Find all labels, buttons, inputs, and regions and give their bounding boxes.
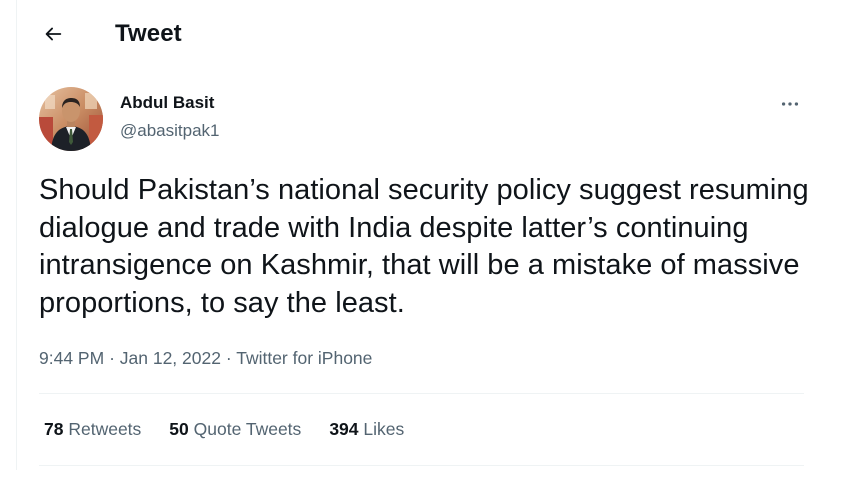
author-display-name[interactable]: Abdul Basit <box>120 93 214 113</box>
tweet-metadata: 9:44 PM · Jan 12, 2022 · Twitter for iPh… <box>39 347 372 369</box>
page-header: Tweet <box>0 0 857 68</box>
quote-tweets-stat[interactable]: 50 Quote Tweets <box>169 418 301 440</box>
retweets-count: 78 <box>44 419 64 439</box>
tweet-date[interactable]: Jan 12, 2022 <box>120 348 221 368</box>
avatar[interactable] <box>39 87 103 151</box>
likes-count: 394 <box>329 419 359 439</box>
page-title: Tweet <box>115 20 182 47</box>
divider <box>39 393 804 394</box>
meta-separator: · <box>109 348 115 368</box>
tweet-time[interactable]: 9:44 PM <box>39 348 104 368</box>
more-options-button[interactable] <box>776 90 804 118</box>
quote-tweets-count: 50 <box>169 419 189 439</box>
author-handle[interactable]: @abasitpak1 <box>120 121 220 141</box>
back-button[interactable] <box>36 17 70 51</box>
retweets-stat[interactable]: 78 Retweets <box>44 418 141 440</box>
tweet-source[interactable]: Twitter for iPhone <box>236 348 372 368</box>
likes-label: Likes <box>363 419 405 439</box>
tweet-text: Should Pakistan’s national security poli… <box>39 174 809 319</box>
user-avatar-photo <box>39 87 103 151</box>
arrow-left-icon <box>45 27 62 41</box>
quote-tweets-label: Quote Tweets <box>193 419 302 439</box>
meta-separator: · <box>225 348 232 368</box>
likes-stat[interactable]: 394 Likes <box>329 418 404 440</box>
retweets-label: Retweets <box>68 419 142 439</box>
engagement-stats: 78 Retweets 50 Quote Tweets 394 Likes <box>44 418 432 440</box>
more-horizontal-icon <box>781 102 799 106</box>
column-border <box>16 0 17 470</box>
divider <box>39 465 804 466</box>
